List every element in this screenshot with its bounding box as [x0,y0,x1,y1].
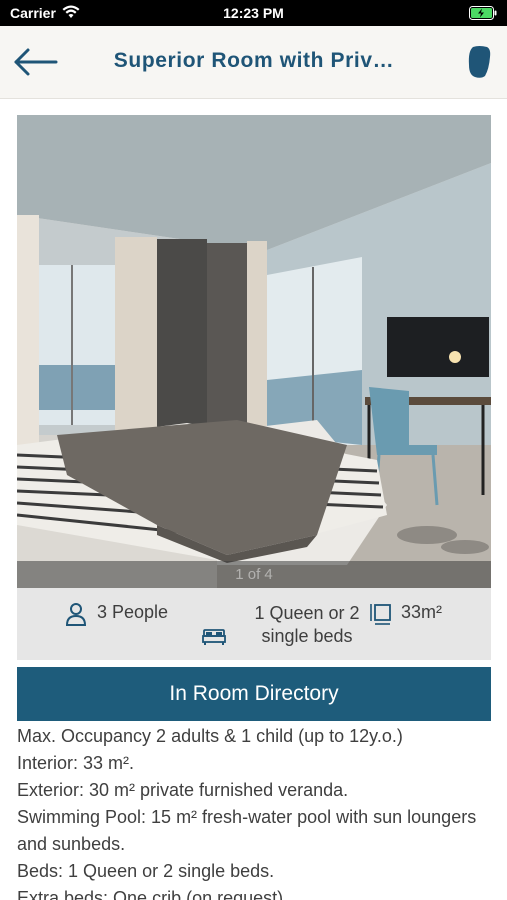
area-label: 33m² [401,602,443,622]
room-photo-gallery[interactable]: 1 of 4 [17,115,491,588]
shape-icon[interactable] [467,45,491,79]
description-line: Exterior: 30 m² private furnished verand… [17,780,349,800]
occupancy-label: 3 People [97,602,169,622]
description-line: Max. Occupancy 2 adults & 1 child (up to… [17,726,403,746]
description-line: Extra beds: One crib (on request) [17,888,284,900]
in-room-directory-button[interactable]: In Room Directory [17,667,491,721]
area-icon [370,604,391,625]
description-line: Swimming Pool: 15 m² fresh-water pool wi… [17,807,477,854]
room-photo [17,115,491,588]
bed-icon [202,629,226,645]
room-features: 3 People 1 Queen or 2 single beds 33m² [17,588,491,660]
arrow-left-icon[interactable] [12,46,60,78]
room-description: Max. Occupancy 2 adults & 1 child (up to… [17,723,491,900]
page-title: Superior Room with Priv… [113,49,395,72]
battery-charging-icon [469,6,497,20]
person-icon [65,603,87,626]
clock: 12:23 PM [223,5,284,21]
beds-label: 1 Queen or 2 single beds [254,603,360,646]
description-line: Beds: 1 Queen or 2 single beds. [17,861,275,881]
nav-bar: Superior Room with Priv… [0,26,507,99]
page-indicator: 1 of 4 [17,561,491,588]
description-line: Interior: 33 m². [17,753,135,773]
status-bar: Carrier 12:23 PM [0,0,507,26]
